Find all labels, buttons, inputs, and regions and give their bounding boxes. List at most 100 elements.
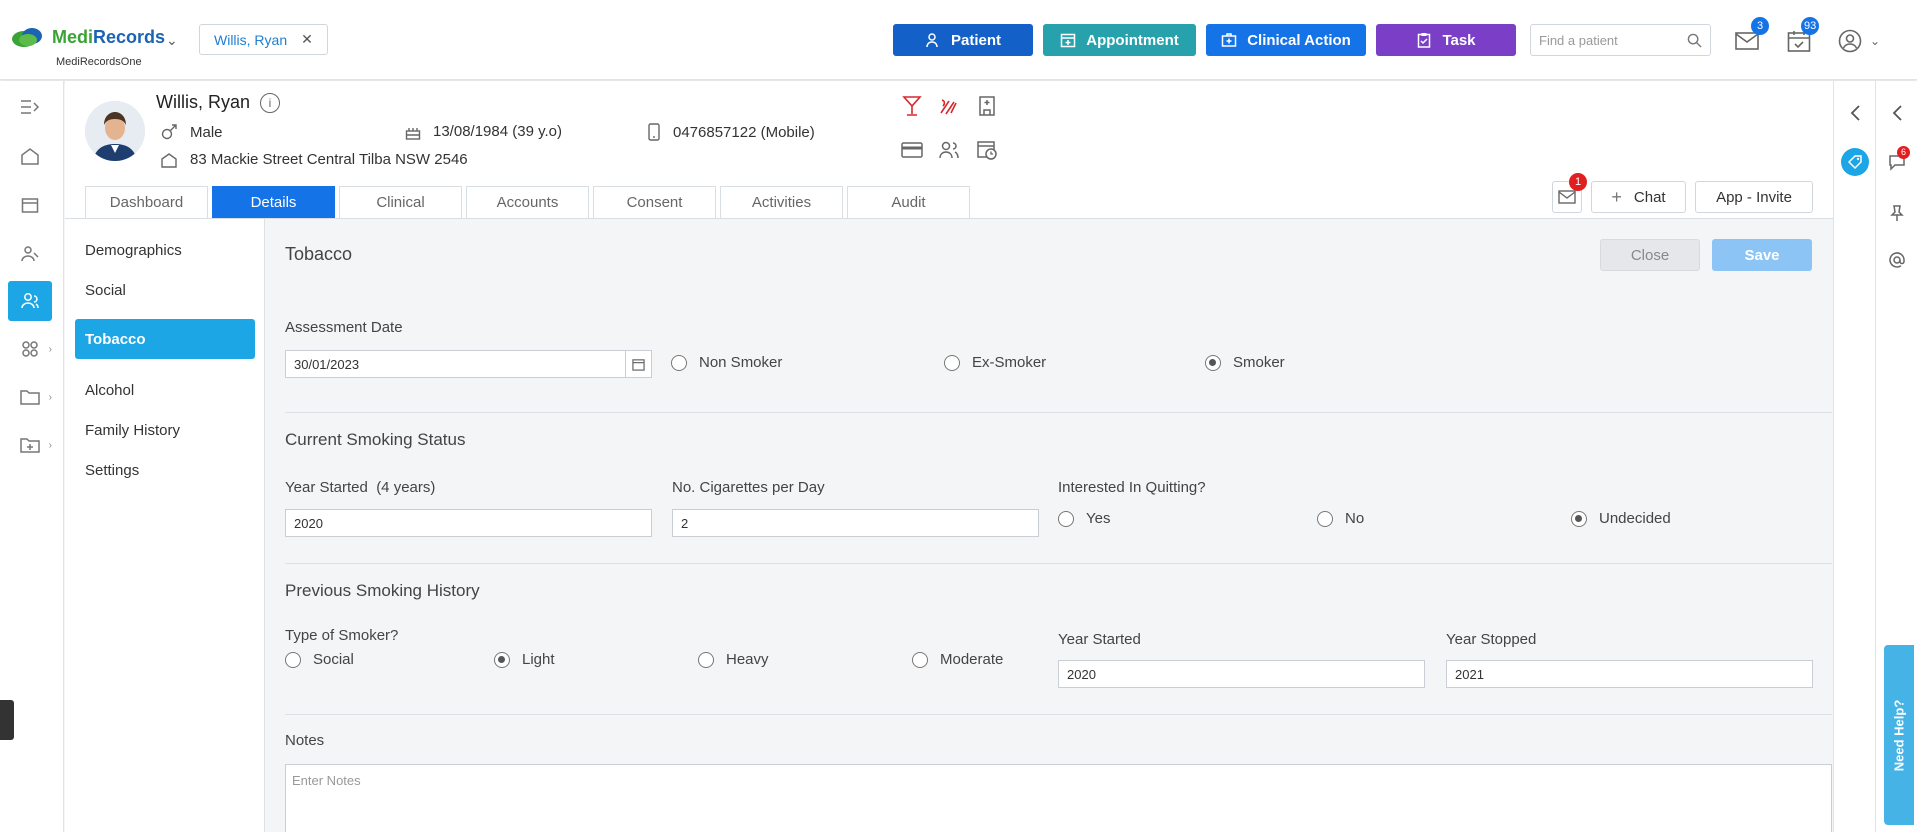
rail-apps[interactable]: › — [8, 329, 52, 369]
at-mention-icon[interactable] — [1883, 246, 1911, 274]
notes-placeholder: Enter Notes — [292, 773, 361, 788]
expand-menu-button[interactable] — [8, 87, 52, 127]
tasks-button[interactable]: 93 — [1785, 17, 1820, 55]
year-started-label: Year Started (4 years) — [285, 479, 435, 496]
radio-dot-selected — [494, 651, 510, 668]
app-logo[interactable]: MediRecords — [10, 26, 165, 48]
contacts-icon[interactable] — [938, 139, 960, 161]
assessment-date-label: Assessment Date — [285, 319, 403, 336]
assessment-date-field[interactable]: 30/01/2023 — [285, 350, 652, 378]
radio-type-moderate[interactable]: Moderate — [912, 651, 1003, 668]
tab-consent[interactable]: Consent — [593, 186, 716, 218]
expand-chevron-left-icon[interactable] — [1883, 99, 1911, 127]
radio-dot — [285, 651, 301, 668]
current-smoking-status-title: Current Smoking Status — [285, 430, 466, 449]
rail-files[interactable]: › — [8, 377, 52, 417]
subnav-tobacco[interactable]: Tobacco — [75, 319, 255, 359]
details-subnav: Demographics Social Tobacco Alcohol Fami… — [65, 219, 265, 832]
patient-search-input[interactable]: Find a patient — [1530, 24, 1711, 56]
rail-folder-add[interactable]: › — [8, 425, 52, 465]
interested-in-quitting-label: Interested In Quitting? — [1058, 479, 1206, 496]
new-patient-label: Patient — [950, 31, 1001, 49]
prev-year-started-label: Year Started — [1058, 631, 1141, 648]
home-icon — [21, 148, 39, 165]
side-widget-tab[interactable] — [0, 700, 14, 740]
calendar-clock-icon[interactable] — [976, 139, 998, 161]
tab-activities[interactable]: Activities — [720, 186, 843, 218]
credit-card-icon[interactable] — [901, 139, 923, 161]
cigarettes-per-day-input[interactable]: 2 — [672, 509, 1039, 537]
new-task-button[interactable]: Task — [1376, 24, 1516, 56]
close-button[interactable]: Close — [1600, 239, 1700, 271]
year-started-label-text: Year Started — [285, 479, 368, 496]
smoking-icon[interactable] — [938, 95, 960, 117]
new-appointment-button[interactable]: Appointment — [1043, 24, 1196, 56]
save-button[interactable]: Save — [1712, 239, 1812, 271]
radio-quitting-yes[interactable]: Yes — [1058, 510, 1110, 527]
subnav-social[interactable]: Social — [75, 270, 255, 310]
alcohol-glass-icon[interactable] — [901, 95, 923, 117]
subnav-demographics[interactable]: Demographics — [75, 230, 255, 270]
rail-home[interactable] — [8, 136, 52, 176]
radio-label: Non Smoker — [699, 354, 783, 371]
radio-dot-selected — [1205, 354, 1221, 371]
hospital-icon[interactable] — [976, 95, 998, 117]
radio-non-smoker[interactable]: Non Smoker — [671, 354, 782, 371]
subnav-settings[interactable]: Settings — [75, 450, 255, 490]
patient-photo-icon — [85, 101, 145, 161]
date-picker-button[interactable] — [625, 351, 651, 377]
home-icon — [161, 152, 177, 168]
tab-details[interactable]: Details — [212, 186, 335, 218]
messages-button[interactable]: 3 — [1733, 17, 1769, 55]
need-help-button[interactable]: Need Help? — [1884, 645, 1914, 825]
patient-mail-button[interactable]: 1 — [1552, 173, 1587, 213]
radio-type-heavy[interactable]: Heavy — [698, 651, 769, 668]
radio-ex-smoker[interactable]: Ex-Smoker — [944, 354, 1046, 371]
patient-address-text: 83 Mackie Street Central Tilba NSW 2546 — [190, 151, 468, 168]
collapse-panel-chevron-left-icon[interactable] — [1841, 99, 1869, 127]
pin-icon[interactable] — [1883, 199, 1911, 227]
patient-mail-badge: 1 — [1569, 173, 1587, 191]
info-icon[interactable]: i — [260, 92, 281, 113]
chat-label: Chat — [1633, 188, 1666, 206]
open-patient-tab[interactable]: Willis, Ryan ✕ — [199, 24, 328, 55]
radio-smoker[interactable]: Smoker — [1205, 354, 1285, 371]
radio-quitting-undecided[interactable]: Undecided — [1571, 510, 1671, 527]
messages-count-badge: 3 — [1751, 17, 1769, 35]
subnav-family-history[interactable]: Family History — [75, 410, 255, 450]
tab-dashboard[interactable]: Dashboard — [85, 186, 208, 218]
search-icon[interactable] — [1687, 33, 1702, 48]
plus-icon: + — [1611, 186, 1622, 207]
subnav-alcohol[interactable]: Alcohol — [75, 370, 255, 410]
assessment-date-value: 30/01/2023 — [294, 356, 360, 372]
notes-textarea[interactable]: Enter Notes — [285, 764, 1832, 832]
radio-type-light[interactable]: Light — [494, 651, 555, 668]
rail-patients[interactable] — [8, 281, 52, 321]
tag-icon[interactable] — [1841, 148, 1869, 176]
org-switch-chevron-icon[interactable]: ⌄ — [166, 32, 178, 49]
prev-year-stopped-input[interactable]: 2021 — [1446, 660, 1813, 688]
tab-audit[interactable]: Audit — [847, 186, 970, 218]
patient-header: Willis, Ryan i Male 13/08/1984 (39 y.o) … — [65, 81, 1833, 219]
user-menu-button[interactable]: ⌄ — [1838, 27, 1880, 55]
rail-calendar[interactable] — [8, 185, 52, 225]
clinical-action-label: Clinical Action — [1247, 31, 1351, 49]
new-patient-button[interactable]: Patient — [893, 24, 1033, 56]
rail-waiting-room[interactable] — [8, 234, 52, 274]
chat-button[interactable]: + Chat — [1591, 181, 1686, 213]
year-started-input[interactable]: 2020 — [285, 509, 652, 537]
clinical-action-button[interactable]: Clinical Action — [1206, 24, 1366, 56]
radio-quitting-no[interactable]: No — [1317, 510, 1364, 527]
birthday-cake-icon — [405, 127, 421, 140]
radio-type-social[interactable]: Social — [285, 651, 354, 668]
comments-icon[interactable]: 6 — [1883, 146, 1911, 176]
patient-name-text: Willis, Ryan — [156, 92, 251, 112]
year-started-duration: (4 years) — [376, 479, 436, 496]
prev-year-started-input[interactable]: 2020 — [1058, 660, 1425, 688]
app-invite-button[interactable]: App - Invite — [1695, 181, 1813, 213]
tab-clinical[interactable]: Clinical — [339, 186, 462, 218]
close-icon[interactable]: ✕ — [301, 31, 313, 48]
section-divider — [285, 412, 1832, 413]
tab-accounts[interactable]: Accounts — [466, 186, 589, 218]
radio-label: Heavy — [726, 651, 769, 668]
